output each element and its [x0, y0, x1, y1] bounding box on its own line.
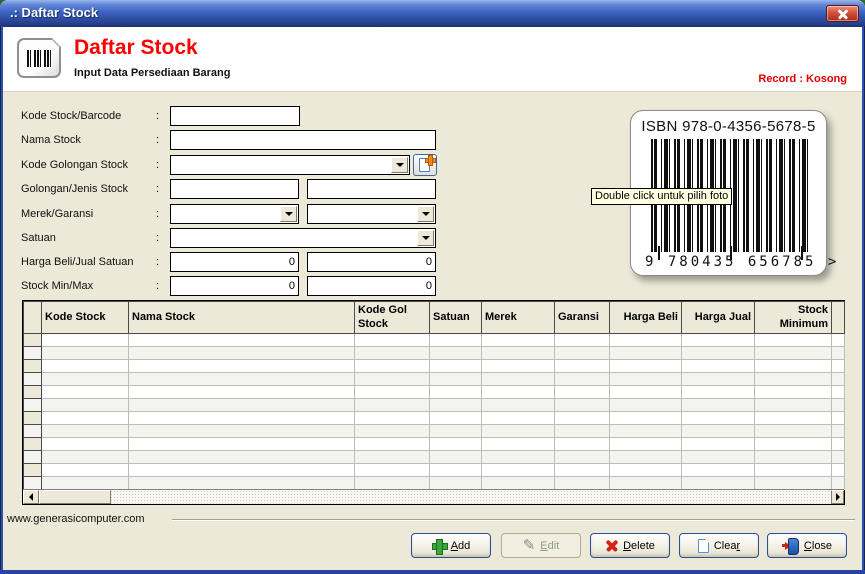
add-icon	[432, 539, 446, 553]
col-nama-stock[interactable]: Nama Stock	[129, 302, 355, 334]
stock-table: Kode Stock Nama Stock Kode Gol Stock Sat…	[22, 300, 845, 505]
field-label: Stock Min/Max	[21, 280, 151, 292]
table-row[interactable]	[24, 438, 845, 451]
new-golongan-button[interactable]	[413, 154, 437, 176]
satuan-combo[interactable]	[170, 228, 436, 248]
field-label: Harga Beli/Jual Satuan	[21, 256, 151, 268]
arrow-right-icon	[836, 493, 840, 501]
chevron-down-icon[interactable]	[280, 206, 297, 222]
col-harga-jual[interactable]: Harga Jual	[682, 302, 755, 334]
chevron-down-icon[interactable]	[417, 230, 434, 246]
table-row[interactable]	[24, 360, 845, 373]
website-label: www.generasicomputer.com	[7, 513, 145, 525]
field-label: Satuan	[21, 232, 151, 244]
col-garansi[interactable]: Garansi	[555, 302, 610, 334]
merek-combo[interactable]	[170, 204, 299, 224]
col-kode-gol-stock[interactable]: Kode Gol Stock	[355, 302, 430, 334]
pencil-icon: ✎	[523, 539, 536, 553]
clear-page-icon	[698, 539, 709, 553]
delete-icon	[605, 539, 618, 552]
window-title: .: Daftar Stock	[10, 5, 98, 20]
col-merek[interactable]: Merek	[482, 302, 555, 334]
harga-jual-input[interactable]	[307, 252, 436, 272]
isbn-text: ISBN 978-0-4356-5678-5	[631, 118, 826, 135]
new-item-icon	[419, 158, 430, 172]
table-row[interactable]	[24, 464, 845, 477]
table-row[interactable]	[24, 334, 845, 347]
jenis-stock-input[interactable]	[307, 179, 436, 199]
edit-button: ✎ Edit	[501, 533, 581, 558]
app-window: .: Daftar Stock Daftar Stock Input Data …	[0, 0, 865, 574]
table-row[interactable]	[24, 425, 845, 438]
table-row[interactable]	[24, 451, 845, 464]
record-status: Record : Kosong	[758, 73, 847, 85]
delete-button[interactable]: Delete	[590, 533, 670, 558]
page-subtitle: Input Data Persediaan Barang	[74, 67, 231, 79]
barcode-sticker-icon	[17, 38, 61, 78]
field-label: Nama Stock	[21, 134, 151, 146]
daftar-stock-window: .: Daftar Stock Daftar Stock Input Data …	[0, 0, 865, 574]
col-filler	[832, 302, 845, 334]
col-selector	[24, 302, 42, 334]
table-row[interactable]	[24, 373, 845, 386]
arrow-left-icon	[29, 493, 33, 501]
field-label: Kode Golongan Stock	[21, 159, 151, 171]
page-title: Daftar Stock	[74, 36, 198, 60]
col-stock-minimum[interactable]: Stock Minimum	[755, 302, 832, 334]
table-row[interactable]	[24, 477, 845, 490]
table-header-row: Kode Stock Nama Stock Kode Gol Stock Sat…	[24, 302, 845, 334]
col-kode-stock[interactable]: Kode Stock	[42, 302, 129, 334]
add-button[interactable]: Add	[411, 533, 491, 558]
window-border-bottom	[0, 570, 865, 574]
window-border-left	[0, 26, 3, 574]
table-row[interactable]	[24, 412, 845, 425]
harga-beli-input[interactable]	[170, 252, 299, 272]
photo-tooltip: Double click untuk pilih foto	[591, 188, 732, 205]
scroll-left-button[interactable]	[23, 490, 39, 504]
close-button[interactable]: Close	[767, 533, 847, 558]
col-satuan[interactable]: Satuan	[430, 302, 482, 334]
close-window-button[interactable]	[826, 5, 859, 22]
scrollbar-thumb[interactable]	[39, 490, 111, 504]
stock-table-body	[24, 334, 845, 490]
table-row[interactable]	[24, 399, 845, 412]
chevron-down-icon[interactable]	[391, 157, 408, 173]
field-label: Golongan/Jenis Stock	[21, 183, 151, 195]
field-label: Merek/Garansi	[21, 208, 151, 220]
stock-min-input[interactable]	[170, 276, 299, 296]
kode-stock-input[interactable]	[170, 106, 300, 126]
kode-golongan-combo[interactable]	[170, 155, 410, 175]
field-label: Kode Stock/Barcode	[21, 110, 151, 122]
page-header: Daftar Stock Input Data Persediaan Baran…	[0, 27, 865, 92]
title-bar[interactable]: .: Daftar Stock	[0, 0, 865, 27]
chevron-down-icon[interactable]	[417, 206, 434, 222]
garansi-combo[interactable]	[307, 204, 436, 224]
nama-stock-input[interactable]	[170, 130, 436, 150]
horizontal-scrollbar[interactable]	[23, 489, 844, 504]
close-icon	[838, 9, 848, 19]
golongan-input[interactable]	[170, 179, 299, 199]
clear-button[interactable]: Clear	[679, 533, 759, 558]
footer-divider	[172, 519, 855, 521]
col-harga-beli[interactable]: Harga Beli	[610, 302, 682, 334]
table-row[interactable]	[24, 347, 845, 360]
table-row[interactable]	[24, 386, 845, 399]
stock-max-input[interactable]	[307, 276, 436, 296]
barcode-digits: 9 780435 656785 >	[645, 254, 816, 270]
scroll-right-button[interactable]	[831, 490, 844, 504]
exit-door-icon	[782, 538, 799, 553]
